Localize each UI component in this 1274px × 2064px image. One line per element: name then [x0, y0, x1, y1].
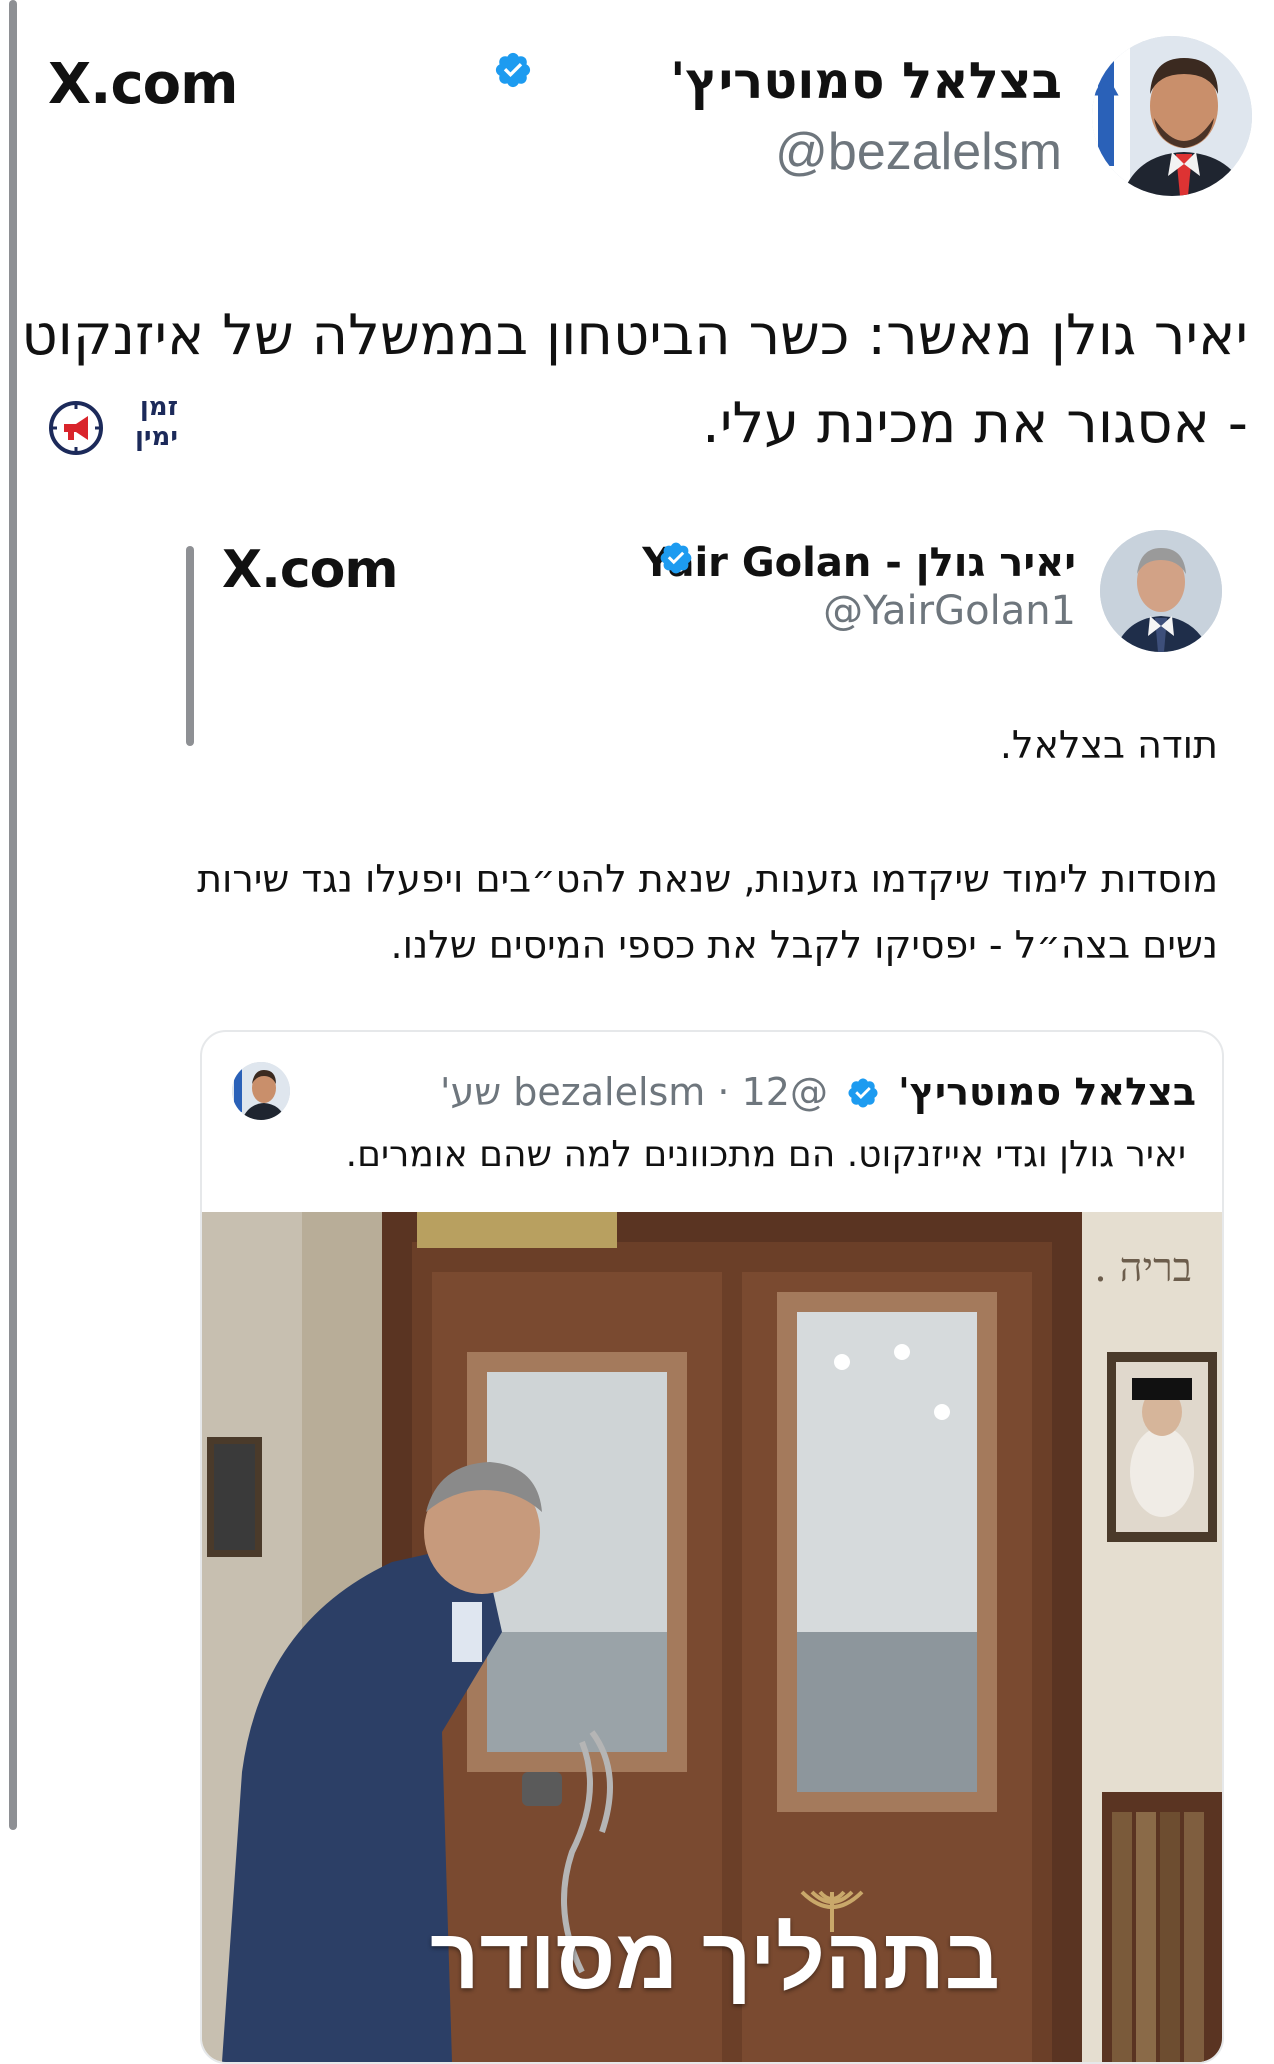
media-caption: בתהליך מסודר	[430, 1911, 1000, 2007]
author-avatar[interactable]	[1100, 530, 1222, 652]
separator-dot: ·	[717, 1070, 742, 1114]
verified-badge-icon	[848, 1078, 878, 1108]
post-text: מוסדות לימוד שיקדמו גזענות, שנאת להט״בים…	[197, 857, 1218, 967]
verified-badge-icon	[495, 52, 531, 88]
x-com-logo[interactable]: X.com	[222, 540, 399, 600]
card-author-name[interactable]: בצלאל סמוטריץ'	[898, 1070, 1196, 1114]
thread-line	[186, 546, 194, 746]
card-video-thumbnail[interactable]: בריה . בתהליך מסודר	[202, 1212, 1222, 2062]
quoted-post-card[interactable]: בצלאל סמוטריץ' @bezalelsm · 12 שע' יאיר …	[200, 1030, 1224, 2064]
post-text: תודה בצלאל.	[999, 723, 1218, 767]
author-name[interactable]: יאיר גולן - Yair Golan	[642, 540, 1076, 586]
author-handle[interactable]: @YairGolan1	[823, 588, 1076, 634]
media-sign-text: בריה .	[1094, 1245, 1192, 1291]
x-com-logo[interactable]: X.com	[48, 52, 238, 117]
avatar-portrait	[1092, 36, 1252, 196]
avatar-portrait	[1100, 530, 1222, 652]
verified-badge-icon	[660, 542, 692, 574]
brand-badge: זמן ימין	[48, 392, 178, 464]
megaphone-icon	[49, 401, 103, 455]
card-header: בצלאל סמוטריץ' @bezalelsm · 12 שע'	[440, 1070, 1196, 1114]
card-post-text: יאיר גולן וגדי אייזנקוט. הם מתכוונים למה…	[345, 1134, 1186, 1175]
author-avatar[interactable]	[1092, 36, 1252, 196]
author-name-text[interactable]: בצלאל סמוטריץ'	[670, 52, 1062, 110]
card-author-avatar[interactable]	[232, 1062, 290, 1120]
author-name[interactable]: בצלאל סמוטריץ'	[670, 52, 1062, 110]
thread-line	[9, 0, 17, 1830]
brand-name: זמן ימין	[134, 392, 178, 452]
post-text: יאיר גולן מאשר: כשר הביטחון בממשלה של אי…	[21, 303, 1248, 456]
author-handle[interactable]: @bezalelsm	[775, 122, 1062, 182]
avatar-portrait	[232, 1062, 290, 1120]
